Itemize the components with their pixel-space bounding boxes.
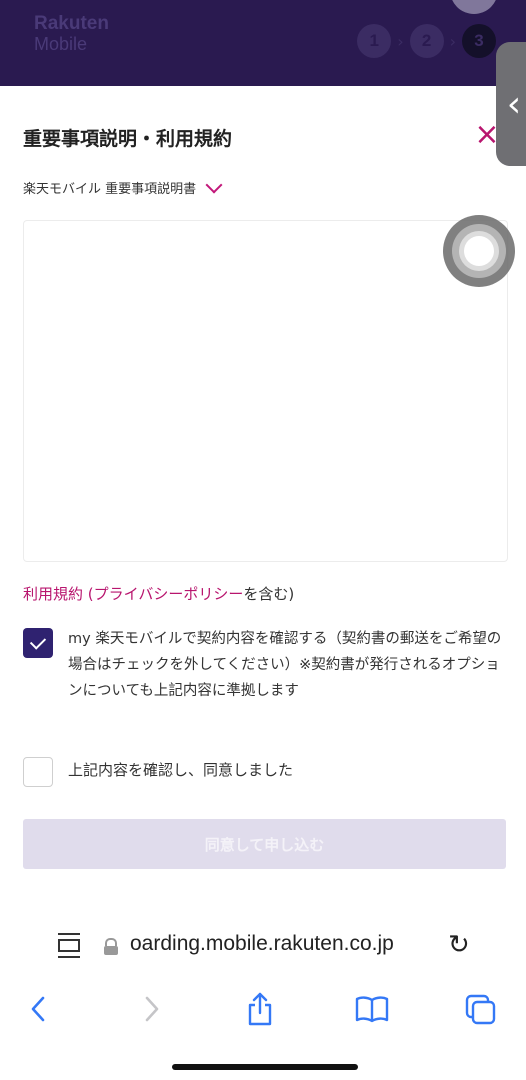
chevron-down-icon <box>205 176 223 193</box>
logo-text-line1: Rakuten <box>34 13 109 34</box>
confirm-on-my-rakuten-label: my 楽天モバイルで契約内容を確認する（契約書の郵送をご希望の場合はチェックを外… <box>68 631 502 699</box>
agree-and-apply-button[interactable]: 同意して申し込む <box>23 819 506 869</box>
privacy-policy-link[interactable]: プライバシーポリシー <box>94 585 244 603</box>
page-menu-icon[interactable] <box>58 933 80 958</box>
app-header: Rakuten Mobile 1 › 2 › 3 <box>0 0 526 86</box>
chevron-left-icon <box>31 996 45 1022</box>
step-3: 3 <box>462 24 496 58</box>
terms-link[interactable]: 利用規約 ( <box>23 585 94 603</box>
confirm-on-my-rakuten-checkbox[interactable] <box>23 628 53 658</box>
chevron-left-icon: ‹ <box>506 83 522 125</box>
step-arrow-icon: › <box>449 31 456 51</box>
agree-checkbox[interactable] <box>23 757 53 787</box>
tabs-icon <box>465 994 496 1025</box>
bookmarks-icon <box>355 996 389 1023</box>
share-button[interactable] <box>236 985 284 1033</box>
address-bar[interactable]: oarding.mobile.rakuten.co.jp <box>130 932 394 956</box>
modal-title: 重要事項説明・利用規約 <box>23 128 233 150</box>
document-select-value: 楽天モバイル 重要事項説明書 <box>23 182 197 197</box>
terms-suffix: を含む) <box>243 585 295 603</box>
tabs-button[interactable] <box>456 985 504 1033</box>
rakuten-mobile-logo: Rakuten Mobile <box>34 13 109 55</box>
browser-toolbar <box>0 985 526 1033</box>
document-select[interactable]: 楽天モバイル 重要事項説明書 <box>23 176 223 197</box>
terms-links: 利用規約 (プライバシーポリシーを含む) <box>23 583 294 604</box>
step-indicator: 1 › 2 › 3 <box>357 24 496 58</box>
share-icon <box>248 992 272 1026</box>
back-button[interactable] <box>14 985 62 1033</box>
step-arrow-icon: › <box>397 31 404 51</box>
step-2: 2 <box>409 24 444 58</box>
home-indicator <box>172 1064 358 1070</box>
assistive-touch-button[interactable] <box>443 215 515 287</box>
step-1: 1 <box>357 24 392 58</box>
chevron-right-icon <box>145 996 159 1022</box>
bookmarks-button[interactable] <box>348 985 396 1033</box>
checkmark-icon <box>29 632 47 650</box>
lock-icon <box>104 938 118 955</box>
close-icon: × <box>474 117 500 152</box>
forward-button[interactable] <box>128 985 176 1033</box>
reload-icon[interactable]: ↻ <box>448 930 474 960</box>
logo-text-line2: Mobile <box>34 34 88 54</box>
close-button[interactable]: × <box>470 118 504 152</box>
document-viewer[interactable] <box>23 220 508 562</box>
agree-label: 上記内容を確認し、同意しました <box>68 761 294 779</box>
